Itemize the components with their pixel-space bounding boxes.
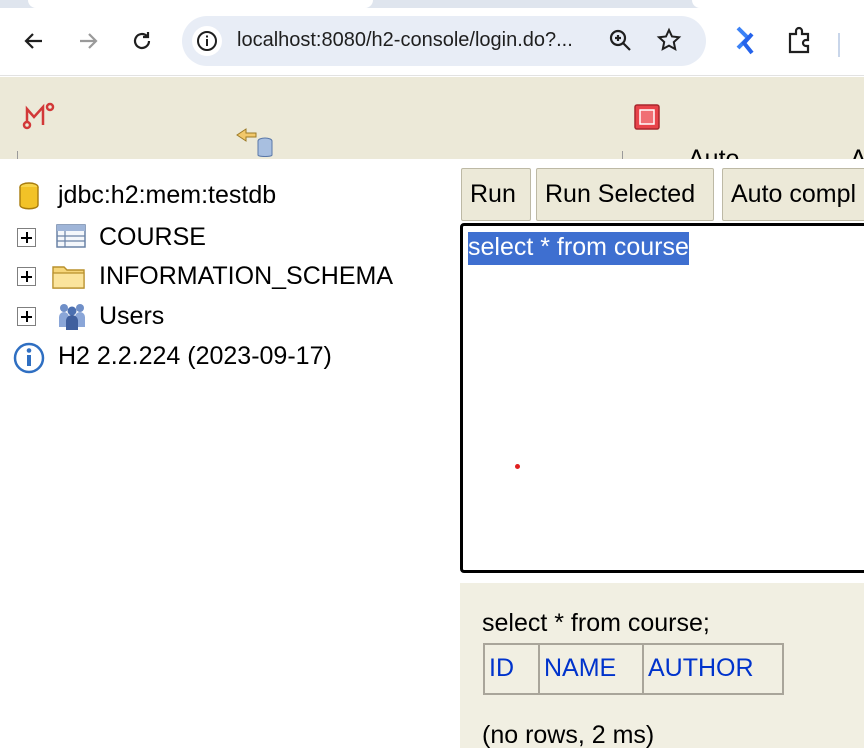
connection-label: jdbc:h2:mem:testdb	[58, 180, 277, 209]
zoom-button[interactable]	[608, 28, 634, 59]
result-statement: select * from course;	[482, 609, 710, 637]
database-icon	[18, 182, 40, 215]
result-panel: select * from course; ID NAME AUTHOR (no…	[460, 583, 864, 749]
run-button[interactable]: Run	[461, 168, 531, 221]
users-icon	[56, 301, 88, 336]
h2-toolbar: Auto A	[0, 77, 864, 159]
info-icon	[197, 31, 217, 51]
result-info: (no rows, 2 ms)	[482, 721, 655, 749]
version-label: H2 2.2.224 (2023-09-17)	[58, 341, 332, 370]
address-bar[interactable]: localhost:8080/h2-console/login.do?...	[182, 16, 706, 66]
query-panel: Run Run Selected Auto compl select * fro…	[460, 159, 864, 749]
result-header-row: ID NAME AUTHOR	[483, 643, 784, 695]
run-selected-button[interactable]: Run Selected	[536, 168, 714, 221]
expand-button[interactable]	[17, 307, 36, 326]
active-tab[interactable]	[28, 0, 373, 8]
tab-strip	[0, 0, 864, 8]
result-table: ID NAME AUTHOR	[483, 643, 784, 695]
reload-button[interactable]	[126, 25, 158, 57]
tree-item-label: COURSE	[99, 222, 206, 251]
toolbar-separator	[17, 151, 18, 159]
tree-item-label: INFORMATION_SCHEMA	[99, 261, 393, 290]
browser-toolbar: localhost:8080/h2-console/login.do?...	[0, 8, 864, 76]
arrow-left-icon	[24, 33, 42, 49]
column-header-name[interactable]: NAME	[538, 643, 644, 695]
back-button[interactable]	[18, 25, 50, 57]
star-icon	[656, 27, 682, 52]
table-icon	[56, 224, 86, 253]
tab-strip-right	[692, 0, 864, 8]
auto-complete-button[interactable]: Auto compl	[722, 168, 864, 221]
tree-item-label: Users	[99, 301, 165, 330]
disconnect-button[interactable]	[22, 101, 56, 136]
refresh-icon	[236, 128, 273, 157]
sql-editor[interactable]: select * from course	[460, 223, 864, 573]
toolbar-separator	[622, 151, 623, 159]
arrow-right-icon	[80, 33, 98, 49]
forward-button[interactable]	[72, 25, 104, 57]
cursor-marker	[515, 464, 520, 469]
extension-button[interactable]	[732, 25, 760, 62]
reload-icon	[133, 32, 151, 50]
column-header-id[interactable]: ID	[483, 643, 540, 695]
disconnect-icon	[22, 102, 55, 130]
auto-label: A	[850, 145, 864, 159]
site-info-button[interactable]	[192, 26, 222, 56]
extensions-menu-button[interactable]	[786, 25, 814, 60]
puzzle-icon	[788, 26, 810, 54]
folder-icon	[52, 262, 86, 295]
zoom-icon	[609, 29, 631, 51]
stop-icon	[634, 104, 660, 130]
extension-logo-icon	[736, 26, 754, 55]
stop-button[interactable]	[634, 104, 660, 135]
url-text[interactable]: localhost:8080/h2-console/login.do?...	[237, 29, 573, 52]
expand-button[interactable]	[17, 267, 36, 286]
schema-tree: jdbc:h2:mem:testdb COURSE INFORMATION_SC…	[0, 159, 460, 748]
selected-sql-text: select * from course	[468, 232, 689, 265]
toolbar-divider	[838, 33, 840, 57]
auto-commit-label: Auto	[688, 145, 740, 159]
column-header-author[interactable]: AUTHOR	[642, 643, 784, 695]
info-icon	[13, 342, 45, 379]
expand-button[interactable]	[17, 228, 36, 247]
bookmark-button[interactable]	[656, 27, 682, 58]
